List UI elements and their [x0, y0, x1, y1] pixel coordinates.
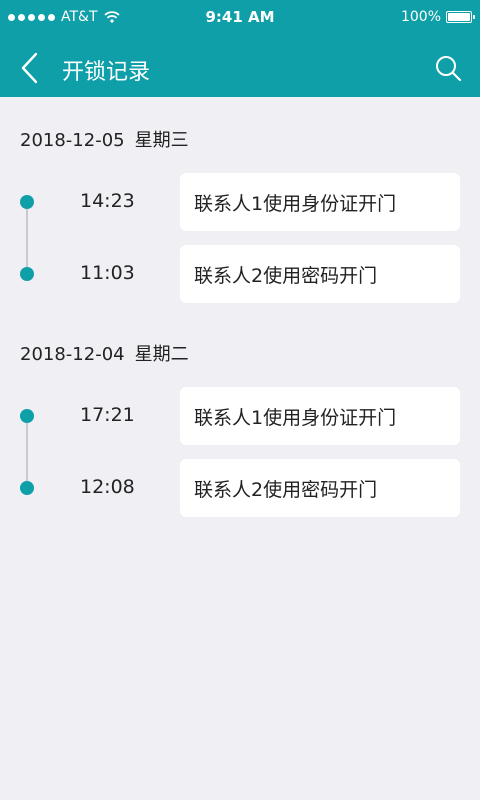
record-card[interactable]: 联系人1使用身份证开门	[180, 173, 460, 231]
navigation-bar: 开锁记录	[0, 42, 480, 97]
record-text: 联系人1使用身份证开门	[194, 192, 397, 215]
timeline-dot	[20, 195, 34, 209]
status-bar-right: 100%	[400, 9, 475, 25]
back-button[interactable]	[14, 50, 44, 86]
date-label: 2018-12-05	[20, 130, 125, 151]
battery-percent: 100%	[400, 9, 441, 25]
timeline-dot	[20, 267, 34, 281]
search-icon	[436, 56, 462, 82]
timeline-line	[26, 202, 28, 274]
weekday-label: 星期三	[134, 130, 189, 151]
record-text: 联系人2使用密码开门	[194, 478, 378, 501]
date-header: 2018-12-05 星期三	[20, 126, 189, 152]
battery-icon	[446, 11, 475, 23]
weekday-label: 星期二	[134, 344, 189, 365]
record-time: 11:03	[80, 262, 135, 284]
chevron-left-icon	[21, 52, 38, 84]
record-text: 联系人2使用密码开门	[194, 264, 378, 287]
record-card[interactable]: 联系人1使用身份证开门	[180, 387, 460, 445]
status-bar: AT&T 9:41 AM 100%	[0, 0, 480, 34]
record-time: 12:08	[80, 476, 135, 498]
timeline-dot	[20, 481, 34, 495]
timeline-dot	[20, 409, 34, 423]
record-text: 联系人1使用身份证开门	[194, 406, 397, 429]
record-card[interactable]: 联系人2使用密码开门	[180, 459, 460, 517]
timeline-line	[26, 416, 28, 488]
date-label: 2018-12-04	[20, 344, 125, 365]
search-button[interactable]	[432, 52, 464, 84]
record-time: 14:23	[80, 190, 135, 212]
record-card[interactable]: 联系人2使用密码开门	[180, 245, 460, 303]
record-time: 17:21	[80, 404, 135, 426]
page-title: 开锁记录	[62, 60, 151, 85]
app-header: AT&T 9:41 AM 100% 开锁记录	[0, 0, 480, 97]
date-header: 2018-12-04 星期二	[20, 340, 189, 366]
